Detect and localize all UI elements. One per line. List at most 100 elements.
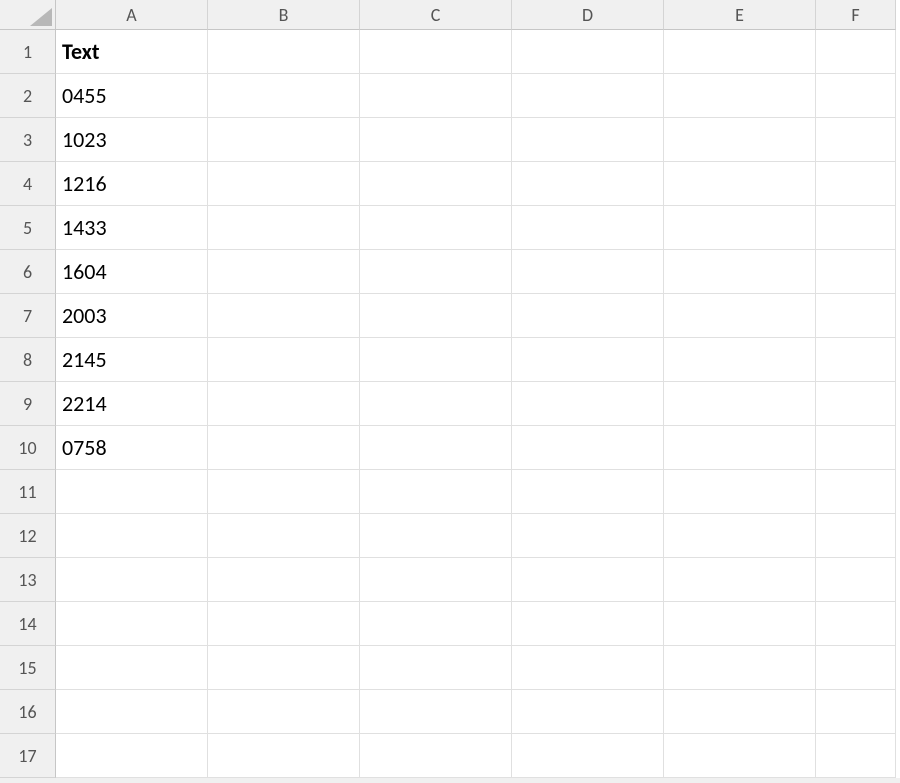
cell-B3[interactable] [208,118,360,162]
cell-B13[interactable] [208,558,360,602]
cell-C7[interactable] [360,294,512,338]
row-header-3[interactable]: 3 [0,118,56,162]
row-header-4[interactable]: 4 [0,162,56,206]
row-header-10[interactable]: 10 [0,426,56,470]
row-header-12[interactable]: 12 [0,514,56,558]
cell-D17[interactable] [512,734,664,778]
cell-E7[interactable] [664,294,816,338]
cell-F7[interactable] [816,294,896,338]
cell-B15[interactable] [208,646,360,690]
cell-D14[interactable] [512,602,664,646]
cell-A2[interactable]: 0455 [56,74,208,118]
cell-A7[interactable]: 2003 [56,294,208,338]
column-header-D[interactable]: D [512,0,664,30]
cell-C5[interactable] [360,206,512,250]
cell-A11[interactable] [56,470,208,514]
cell-C10[interactable] [360,426,512,470]
cell-F16[interactable] [816,690,896,734]
cell-D3[interactable] [512,118,664,162]
cell-C9[interactable] [360,382,512,426]
cell-C3[interactable] [360,118,512,162]
cell-D1[interactable] [512,30,664,74]
cell-B11[interactable] [208,470,360,514]
cell-F13[interactable] [816,558,896,602]
cell-C11[interactable] [360,470,512,514]
cell-F14[interactable] [816,602,896,646]
cell-A8[interactable]: 2145 [56,338,208,382]
cell-D13[interactable] [512,558,664,602]
cell-D10[interactable] [512,426,664,470]
cell-F17[interactable] [816,734,896,778]
column-header-A[interactable]: A [56,0,208,30]
cell-A17[interactable] [56,734,208,778]
cell-D8[interactable] [512,338,664,382]
cell-C6[interactable] [360,250,512,294]
cell-A15[interactable] [56,646,208,690]
cell-D2[interactable] [512,74,664,118]
cell-D11[interactable] [512,470,664,514]
cell-E3[interactable] [664,118,816,162]
cell-E5[interactable] [664,206,816,250]
cell-C13[interactable] [360,558,512,602]
cell-C4[interactable] [360,162,512,206]
cell-B2[interactable] [208,74,360,118]
row-header-13[interactable]: 13 [0,558,56,602]
row-header-11[interactable]: 11 [0,470,56,514]
cell-B9[interactable] [208,382,360,426]
cell-D9[interactable] [512,382,664,426]
cell-D4[interactable] [512,162,664,206]
cell-C17[interactable] [360,734,512,778]
row-header-16[interactable]: 16 [0,690,56,734]
row-header-9[interactable]: 9 [0,382,56,426]
column-header-F[interactable]: F [816,0,896,30]
cell-F9[interactable] [816,382,896,426]
cell-F6[interactable] [816,250,896,294]
cell-C16[interactable] [360,690,512,734]
cell-D7[interactable] [512,294,664,338]
cell-D16[interactable] [512,690,664,734]
cell-F15[interactable] [816,646,896,690]
cell-C15[interactable] [360,646,512,690]
cell-B5[interactable] [208,206,360,250]
cell-B17[interactable] [208,734,360,778]
cell-A10[interactable]: 0758 [56,426,208,470]
column-header-E[interactable]: E [664,0,816,30]
row-header-15[interactable]: 15 [0,646,56,690]
cell-E13[interactable] [664,558,816,602]
cell-B6[interactable] [208,250,360,294]
cell-E2[interactable] [664,74,816,118]
cell-F1[interactable] [816,30,896,74]
cell-E9[interactable] [664,382,816,426]
column-header-B[interactable]: B [208,0,360,30]
row-header-5[interactable]: 5 [0,206,56,250]
cell-C12[interactable] [360,514,512,558]
cell-C14[interactable] [360,602,512,646]
cell-B7[interactable] [208,294,360,338]
cell-B12[interactable] [208,514,360,558]
cell-F4[interactable] [816,162,896,206]
cell-D15[interactable] [512,646,664,690]
cell-A9[interactable]: 2214 [56,382,208,426]
cell-F10[interactable] [816,426,896,470]
cell-B8[interactable] [208,338,360,382]
row-header-7[interactable]: 7 [0,294,56,338]
cell-F12[interactable] [816,514,896,558]
cell-E11[interactable] [664,470,816,514]
cell-E8[interactable] [664,338,816,382]
cell-D6[interactable] [512,250,664,294]
cell-A1[interactable]: Text [56,30,208,74]
cell-E12[interactable] [664,514,816,558]
cell-F2[interactable] [816,74,896,118]
cell-E1[interactable] [664,30,816,74]
row-header-6[interactable]: 6 [0,250,56,294]
cell-B16[interactable] [208,690,360,734]
cell-A14[interactable] [56,602,208,646]
cell-E16[interactable] [664,690,816,734]
row-header-2[interactable]: 2 [0,74,56,118]
cell-A5[interactable]: 1433 [56,206,208,250]
cell-C1[interactable] [360,30,512,74]
cell-E14[interactable] [664,602,816,646]
cell-A3[interactable]: 1023 [56,118,208,162]
cell-E4[interactable] [664,162,816,206]
row-header-1[interactable]: 1 [0,30,56,74]
